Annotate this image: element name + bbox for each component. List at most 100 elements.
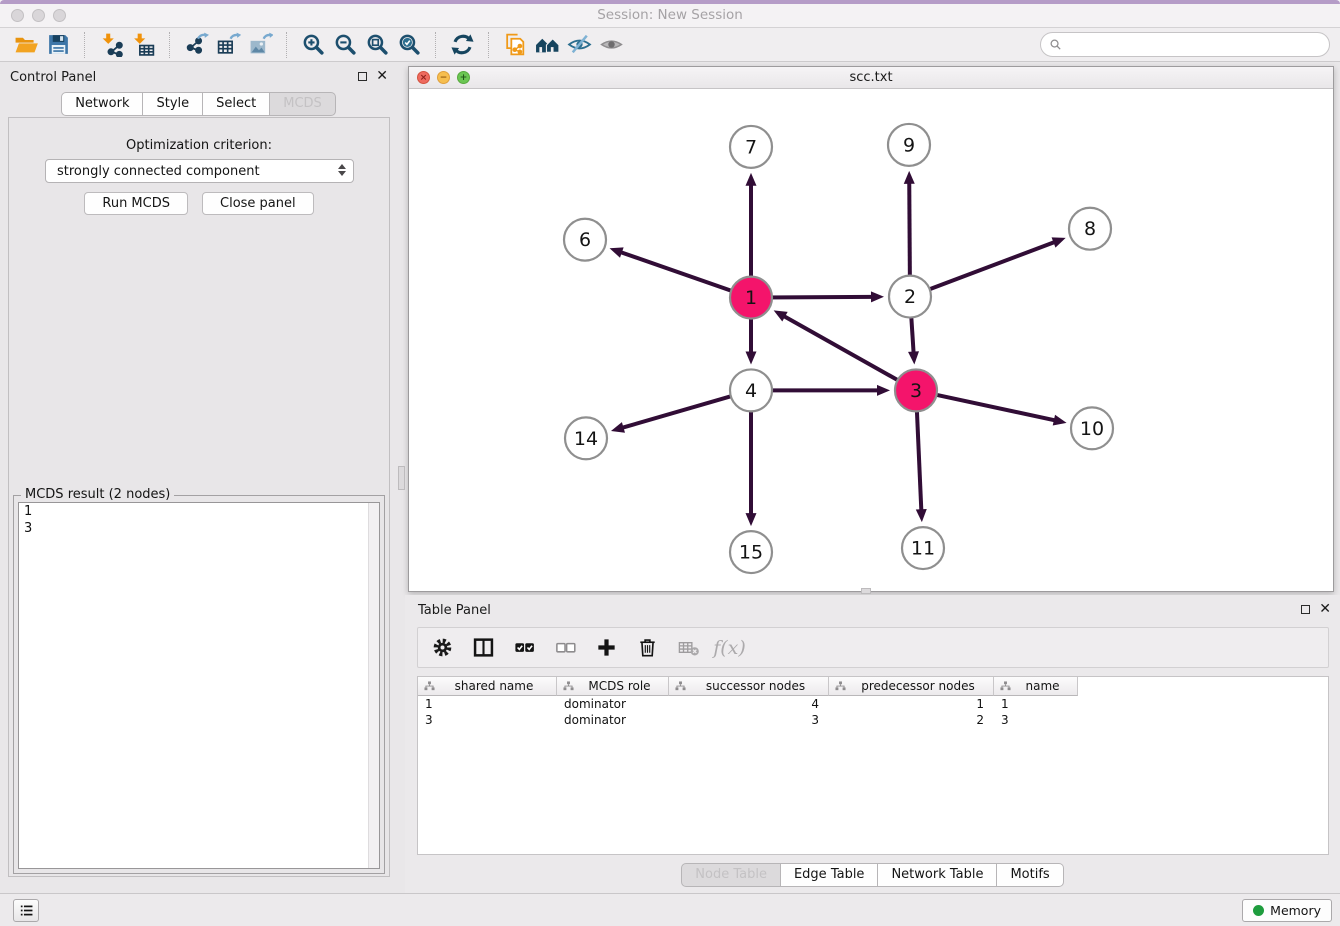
application-window: Session: New Session Control Panel ✕ Net… <box>0 0 1340 926</box>
table-cell: 1 <box>994 697 1078 711</box>
export-image-icon[interactable] <box>244 30 276 60</box>
mcds-result-item[interactable]: 3 <box>19 520 379 537</box>
clone-network-icon[interactable] <box>499 30 531 60</box>
toolbar-separator <box>435 32 436 58</box>
table-body: 1dominator4113dominator323 <box>418 696 1328 728</box>
mcds-result-title: MCDS result (2 nodes) <box>21 487 174 502</box>
zoom-fit-icon[interactable] <box>361 30 393 60</box>
tab-motifs[interactable]: Motifs <box>997 863 1063 887</box>
graph-node-3[interactable]: 3 <box>895 369 937 411</box>
graph-edge-3-1[interactable] <box>774 310 916 390</box>
tab-style[interactable]: Style <box>143 92 203 116</box>
select-all-columns-icon[interactable] <box>511 634 538 661</box>
svg-text:3: 3 <box>910 380 922 402</box>
create-column-icon[interactable] <box>593 634 620 661</box>
optimization-criterion-label: Optimization criterion: <box>9 138 389 153</box>
toolbar-separator <box>286 32 287 58</box>
delete-table-icon <box>675 634 702 661</box>
window-controls[interactable] <box>11 9 66 22</box>
open-session-icon[interactable] <box>10 30 42 60</box>
network-window-titlebar[interactable]: ×−+ scc.txt <box>409 67 1333 89</box>
toolbar-separator <box>84 32 85 58</box>
home-network-icon[interactable] <box>531 30 563 60</box>
criterion-select[interactable]: strongly connected component <box>45 159 354 183</box>
network-canvas[interactable]: 1 2 3 4 6 7 8 9 10 11 14 15 <box>409 89 1333 591</box>
unselect-all-columns-icon[interactable] <box>552 634 579 661</box>
graph-node-11[interactable]: 11 <box>902 527 944 569</box>
search-box[interactable] <box>1040 32 1330 57</box>
control-panel-header: Control Panel ✕ <box>0 62 397 92</box>
close-table-panel-icon[interactable]: ✕ <box>1319 604 1331 614</box>
graph-node-4[interactable]: 4 <box>730 369 772 411</box>
show-details-icon[interactable] <box>595 30 627 60</box>
graph-node-8[interactable]: 8 <box>1069 208 1111 250</box>
column-header-name[interactable]: name <box>994 677 1078 696</box>
network-view-window: ×−+ scc.txt 1 2 3 4 6 7 8 9 10 11 14 15 <box>408 66 1334 592</box>
graph-edge-2-8[interactable] <box>910 237 1066 296</box>
import-table-icon[interactable] <box>127 30 159 60</box>
minimize-window-icon[interactable] <box>32 9 45 22</box>
hide-details-icon[interactable] <box>563 30 595 60</box>
table-row[interactable]: 3dominator323 <box>418 712 1328 728</box>
memory-button[interactable]: Memory <box>1242 899 1332 922</box>
graph-edge-1-6[interactable] <box>610 247 751 297</box>
float-panel-icon[interactable] <box>358 72 367 81</box>
save-session-icon[interactable] <box>42 30 74 60</box>
table-row[interactable]: 1dominator411 <box>418 696 1328 712</box>
graph-node-9[interactable]: 9 <box>888 124 930 166</box>
table-panel-header: Table Panel ✕ <box>405 595 1340 625</box>
column-header-successor-nodes[interactable]: successor nodes <box>669 677 829 696</box>
export-network-icon[interactable] <box>180 30 212 60</box>
graph-node-2[interactable]: 2 <box>889 276 931 318</box>
float-table-panel-icon[interactable] <box>1301 605 1310 614</box>
vertical-splitter-handle[interactable] <box>398 466 405 490</box>
run-mcds-button[interactable]: Run MCDS <box>84 192 188 215</box>
column-header-shared-name[interactable]: shared name <box>418 677 557 696</box>
close-panel-icon[interactable]: ✕ <box>376 71 388 81</box>
mcds-tab-content: Optimization criterion: strongly connect… <box>8 117 390 877</box>
column-header-predecessor-nodes[interactable]: predecessor nodes <box>829 677 994 696</box>
graph-node-1[interactable]: 1 <box>730 277 772 319</box>
select-stepper-icon <box>338 164 346 176</box>
task-history-button[interactable] <box>13 899 39 922</box>
import-network-icon[interactable] <box>95 30 127 60</box>
table-cell: 1 <box>829 697 994 711</box>
mcds-result-item[interactable]: 1 <box>19 503 379 520</box>
zoom-out-icon[interactable] <box>329 30 361 60</box>
graph-node-15[interactable]: 15 <box>730 531 772 573</box>
zoom-selected-icon[interactable] <box>393 30 425 60</box>
table-cell: 3 <box>669 713 829 727</box>
mcds-result-list[interactable]: 13 <box>18 502 380 869</box>
network-graph[interactable]: 1 2 3 4 6 7 8 9 10 11 14 15 <box>409 89 1333 591</box>
graph-node-6[interactable]: 6 <box>564 219 606 261</box>
svg-text:15: 15 <box>739 542 763 564</box>
memory-status-icon <box>1253 905 1264 916</box>
zoom-view-icon[interactable]: + <box>457 71 470 84</box>
search-input[interactable] <box>1067 35 1322 55</box>
table-settings-icon[interactable] <box>429 634 456 661</box>
graph-node-14[interactable]: 14 <box>565 417 607 459</box>
tab-select[interactable]: Select <box>203 92 270 116</box>
zoom-window-icon[interactable] <box>53 9 66 22</box>
graph-edge-3-10[interactable] <box>916 390 1067 425</box>
tab-network[interactable]: Network <box>61 92 143 116</box>
export-table-icon[interactable] <box>212 30 244 60</box>
close-panel-button[interactable]: Close panel <box>202 192 314 215</box>
graph-node-10[interactable]: 10 <box>1071 407 1113 449</box>
tab-mcds[interactable]: MCDS <box>270 92 336 116</box>
split-panel-icon[interactable] <box>470 634 497 661</box>
tab-edge-table[interactable]: Edge Table <box>781 863 878 887</box>
toolbar-separator <box>488 32 489 58</box>
minimize-view-icon[interactable]: − <box>437 71 450 84</box>
refresh-layout-icon[interactable] <box>446 30 478 60</box>
tab-node-table[interactable]: Node Table <box>681 863 781 887</box>
column-header-mcds-role[interactable]: MCDS role <box>557 677 669 696</box>
zoom-in-icon[interactable] <box>297 30 329 60</box>
close-view-icon[interactable]: × <box>417 71 430 84</box>
graph-node-7[interactable]: 7 <box>730 126 772 168</box>
tab-network-table[interactable]: Network Table <box>878 863 997 887</box>
horizontal-splitter-handle[interactable] <box>861 588 871 594</box>
delete-columns-icon[interactable] <box>634 634 661 661</box>
close-window-icon[interactable] <box>11 9 24 22</box>
svg-text:4: 4 <box>745 380 757 402</box>
